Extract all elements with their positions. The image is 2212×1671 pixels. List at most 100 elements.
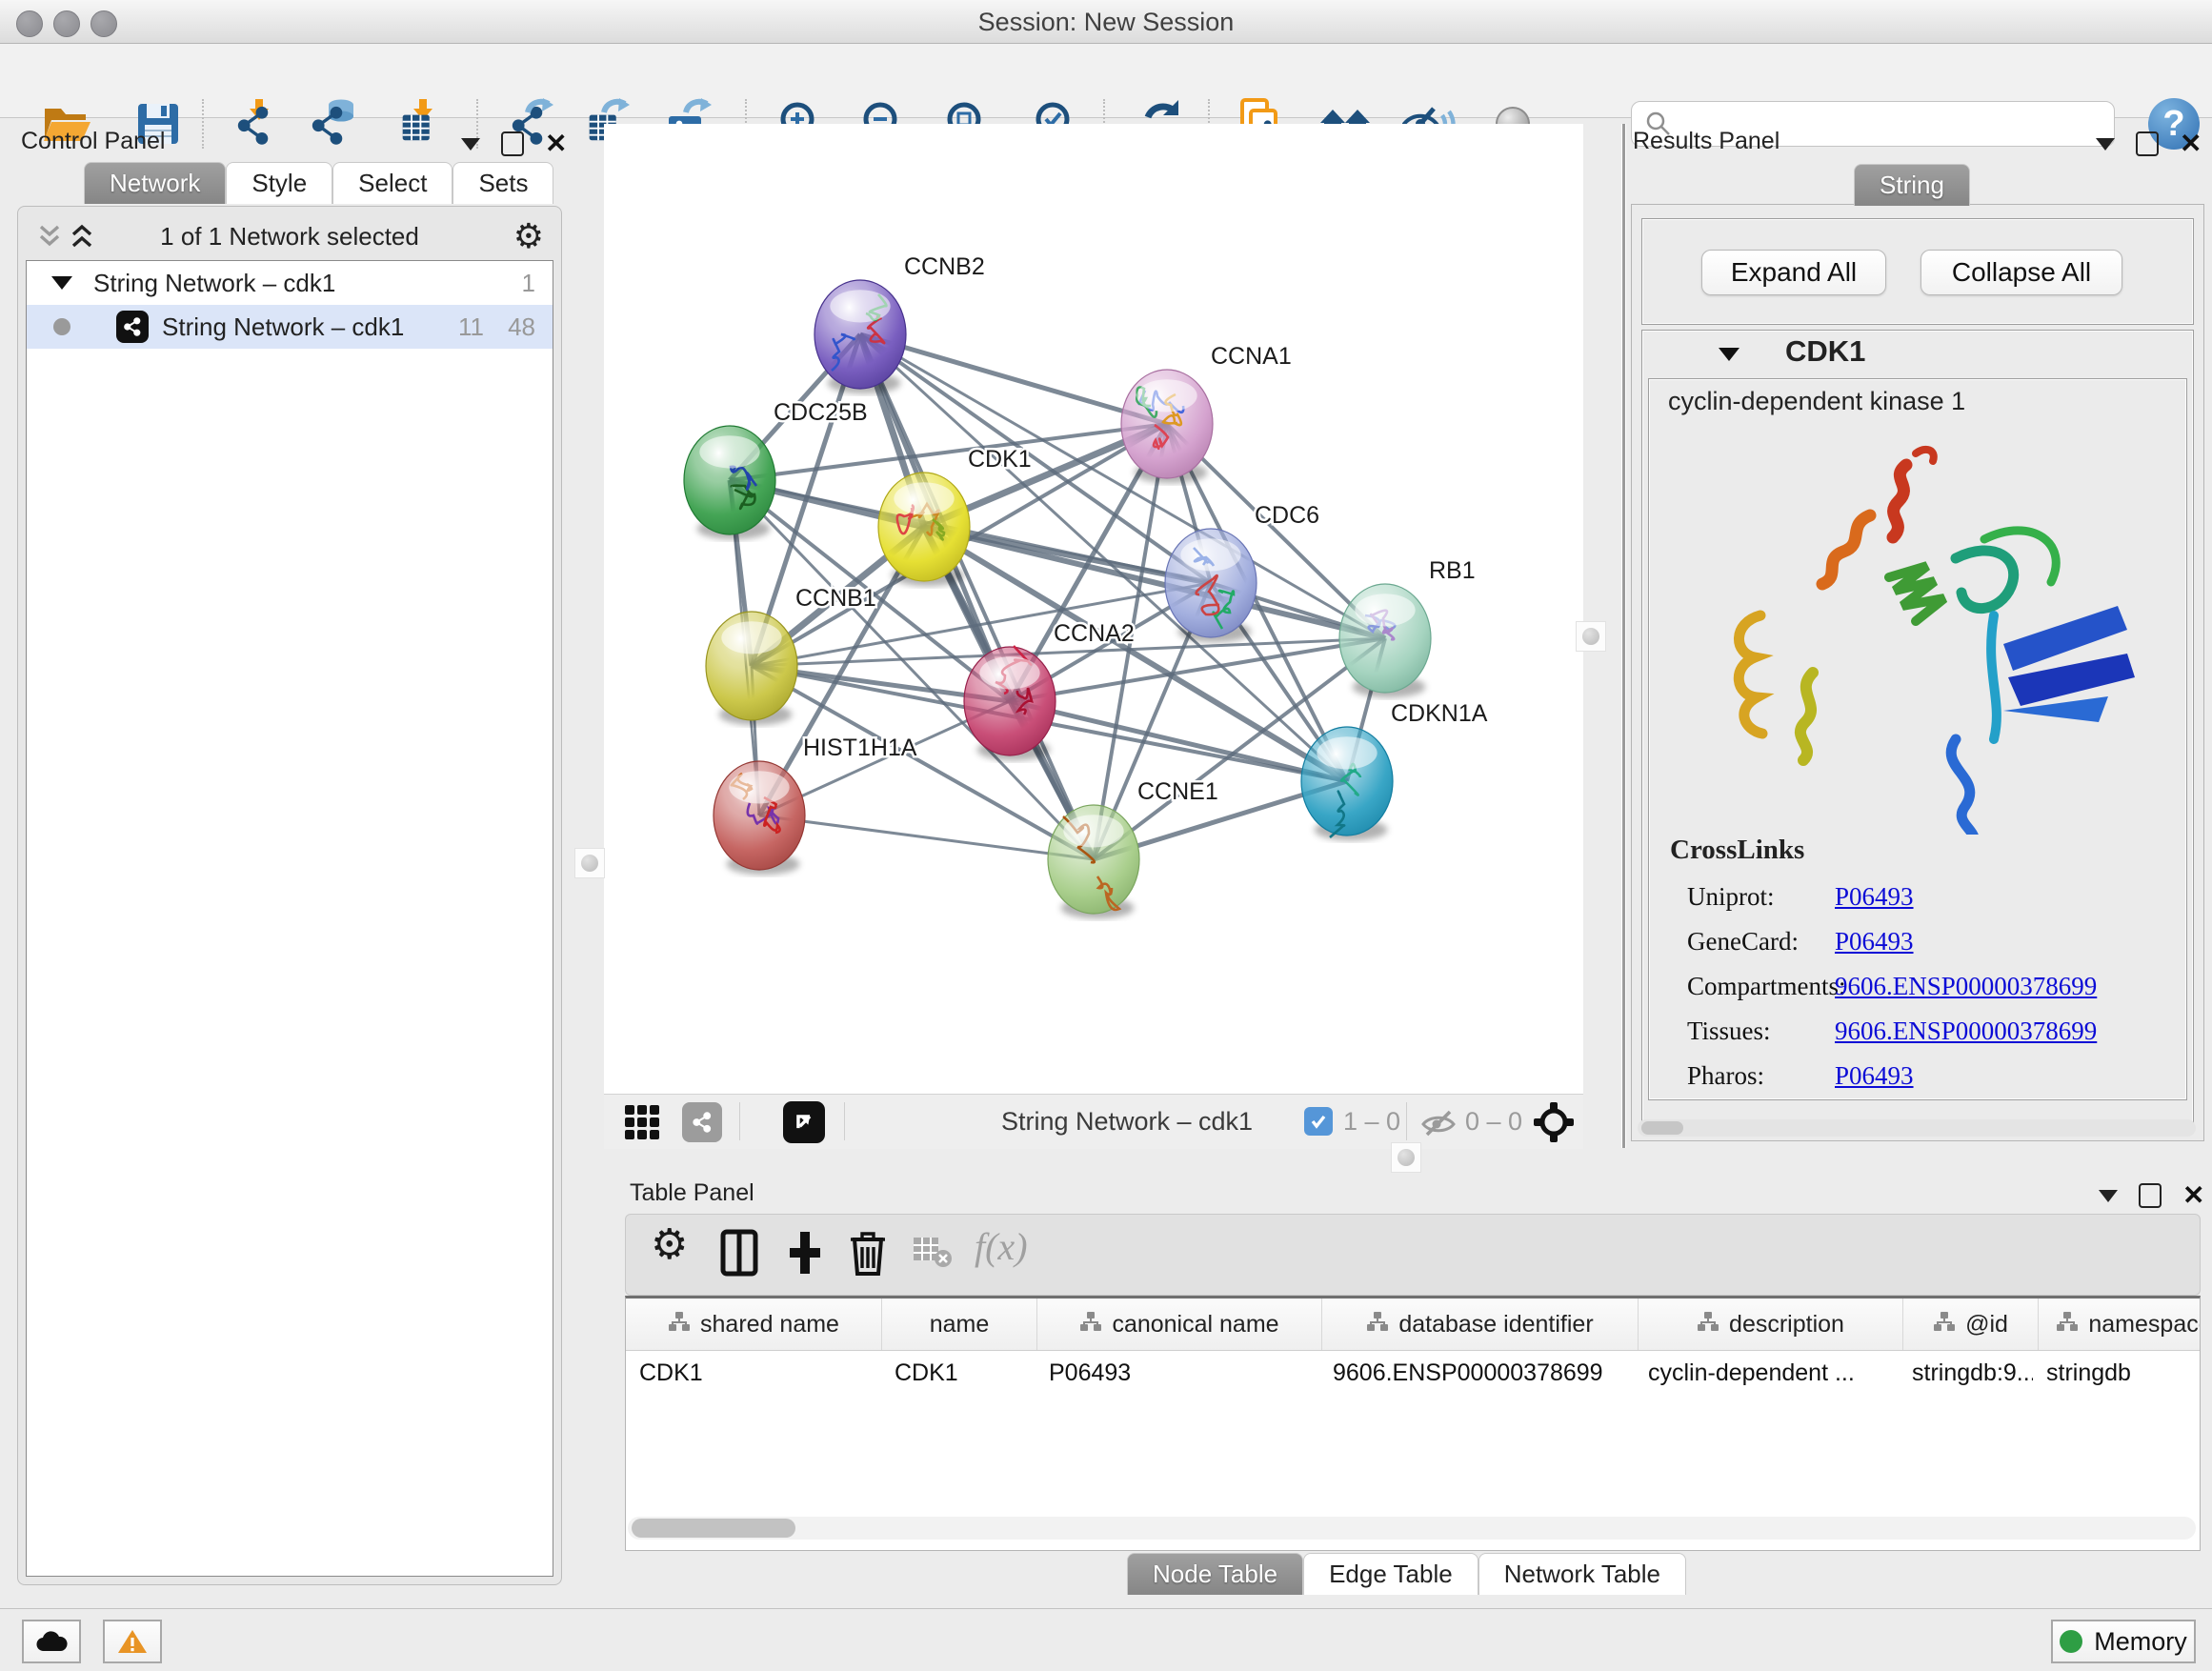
node-label-CDC6[interactable]: CDC6 [1255, 502, 1319, 529]
column-header-database-identifier[interactable]: database identifier [1322, 1299, 1639, 1350]
node-label-CDK1[interactable]: CDK1 [968, 446, 1032, 473]
node-CCNB2[interactable]: CCNB2 [814, 253, 985, 393]
float-panel-icon[interactable] [501, 131, 524, 156]
column-header-description[interactable]: description [1639, 1299, 1903, 1350]
close-panel-icon[interactable]: ✕ [2180, 133, 2202, 154]
network-label: String Network – cdk1 [162, 312, 404, 342]
float-panel-icon[interactable] [2139, 1183, 2162, 1208]
tab-node-table[interactable]: Node Table [1127, 1553, 1303, 1595]
divider [844, 1102, 845, 1140]
results-panel-title: Results Panel [1633, 128, 1780, 155]
close-panel-icon[interactable]: ✕ [545, 133, 567, 154]
network-panel-box: 1 of 1 Network selected ⚙ String Network… [17, 206, 562, 1585]
node-label-RB1[interactable]: RB1 [1429, 557, 1476, 584]
node-label-HIST1H1A[interactable]: HIST1H1A [803, 735, 917, 761]
column-header-shared-name[interactable]: shared name [626, 1299, 882, 1350]
column-label: canonical name [1112, 1311, 1278, 1339]
crosslink-row: Pharos: P06493 [1687, 1054, 2173, 1098]
crosslink-label: Pharos: [1687, 1061, 1835, 1091]
edge-HIST1H1A-CCNE1[interactable] [759, 815, 1094, 859]
tab-string[interactable]: String [1854, 164, 1970, 206]
cloud-button[interactable] [22, 1620, 81, 1663]
node-label-CCNE1[interactable]: CCNE1 [1137, 778, 1218, 805]
node-label-CDC25B[interactable]: CDC25B [774, 399, 868, 426]
table-settings-gear-icon[interactable]: ⚙ [651, 1220, 704, 1274]
tab-select[interactable]: Select [332, 162, 452, 204]
node-CCNE1[interactable]: CCNE1 [1048, 778, 1218, 918]
node-label-CCNA2[interactable]: CCNA2 [1054, 620, 1135, 647]
memory-button[interactable]: Memory [2051, 1620, 2196, 1663]
grid-view-icon[interactable] [625, 1105, 659, 1139]
node-label-CCNA1[interactable]: CCNA1 [1211, 343, 1292, 370]
collection-expand-icon[interactable] [51, 276, 72, 290]
network-view-icon[interactable] [682, 1102, 722, 1142]
collection-count: 1 [522, 269, 535, 298]
edge-CCNB2-CCNE1[interactable] [860, 334, 1094, 859]
selected-checkbox-icon[interactable] [1304, 1107, 1333, 1136]
tab-style[interactable]: Style [226, 162, 332, 204]
delete-column-trash-icon[interactable] [847, 1228, 900, 1281]
bottom-splitter-handle[interactable] [1391, 1142, 1421, 1173]
tab-edge-table[interactable]: Edge Table [1303, 1553, 1478, 1595]
left-splitter-handle[interactable] [574, 848, 605, 878]
node-CCNA2[interactable]: CCNA2 [964, 620, 1135, 760]
collection-label: String Network – cdk1 [93, 269, 335, 298]
memory-status-dot-icon [2060, 1630, 2082, 1653]
hidden-eye-icon[interactable] [1419, 1106, 1458, 1143]
function-builder-icon: f(x) [975, 1224, 1028, 1278]
network-row[interactable]: String Network – cdk1 11 48 [27, 305, 553, 349]
network-canvas[interactable]: CCNB2 CCNA1 CDC25B CDK1 CDC6 RB1 CCNB1 [604, 124, 1583, 1094]
gene-collapse-icon[interactable] [1719, 348, 1739, 361]
crosslink-value-link[interactable]: P06493 [1835, 1061, 1914, 1091]
table-cell: 9606.ENSP00000378699 [1319, 1351, 1635, 1395]
panel-menu-icon[interactable] [2099, 1190, 2118, 1202]
network-collection-row[interactable]: String Network – cdk1 1 [27, 261, 553, 305]
tab-network-table[interactable]: Network Table [1478, 1553, 1686, 1595]
column-header-name[interactable]: name [882, 1299, 1037, 1350]
edge-CCNB2-CCNA1[interactable] [860, 334, 1167, 424]
crosslink-value-link[interactable]: P06493 [1835, 882, 1914, 912]
node-label-CDKN1A[interactable]: CDKN1A [1391, 700, 1488, 727]
expand-all-button[interactable]: Expand All [1701, 250, 1886, 295]
column-header-@id[interactable]: @id [1903, 1299, 2039, 1350]
network-edge-count: 48 [508, 312, 535, 342]
crosslink-row: GeneCard: P06493 [1687, 919, 2173, 964]
table-row[interactable]: CDK1CDK1P064939606.ENSP00000378699cyclin… [626, 1351, 2200, 1395]
create-column-icon[interactable] [782, 1228, 835, 1281]
crosslink-value-link[interactable]: 9606.ENSP00000378699 [1835, 1017, 2097, 1046]
results-horizontal-scrollbar[interactable] [1638, 1119, 2196, 1137]
float-panel-icon[interactable] [2136, 131, 2159, 156]
table-horizontal-scrollbar[interactable] [628, 1517, 2196, 1540]
crosslink-label: Compartments: [1687, 972, 1835, 1001]
table-panel: Table Panel ✕ ⚙ f(x) [616, 1178, 2205, 1602]
node-label-CCNB1[interactable]: CCNB1 [795, 585, 876, 612]
main-toolbar: ? [0, 44, 2212, 118]
network-selected-status: 1 of 1 Network selected [18, 222, 561, 252]
collapse-all-button[interactable]: Collapse All [1920, 250, 2122, 295]
node-label-CCNB2[interactable]: CCNB2 [904, 253, 985, 280]
show-columns-icon[interactable] [717, 1228, 771, 1281]
table-cell: stringdb:9... [1899, 1351, 2033, 1395]
results-panel-divider[interactable] [1621, 124, 1626, 1148]
right-splitter-handle[interactable] [1576, 621, 1606, 652]
tab-sets[interactable]: Sets [452, 162, 553, 204]
node-CDKN1A[interactable]: CDKN1A [1301, 700, 1488, 840]
panel-menu-icon[interactable] [461, 138, 480, 151]
table-body: CDK1CDK1P064939606.ENSP00000378699cyclin… [626, 1351, 2200, 1395]
warnings-button[interactable] [103, 1620, 162, 1663]
column-header-namespace[interactable]: namespace [2039, 1299, 2201, 1350]
column-header-canonical-name[interactable]: canonical name [1037, 1299, 1322, 1350]
table-cell: CDK1 [881, 1351, 1036, 1395]
node-RB1[interactable]: RB1 [1339, 557, 1476, 697]
tab-network[interactable]: Network [84, 162, 226, 204]
panel-menu-icon[interactable] [2096, 138, 2115, 151]
birds-eye-view-icon[interactable] [783, 1101, 825, 1143]
node-HIST1H1A[interactable]: HIST1H1A [714, 735, 917, 875]
crosshair-icon[interactable] [1534, 1102, 1574, 1147]
crosslink-value-link[interactable]: 9606.ENSP00000378699 [1835, 972, 2097, 1001]
crosslink-value-link[interactable]: P06493 [1835, 927, 1914, 956]
close-panel-icon[interactable]: ✕ [2182, 1185, 2204, 1206]
gear-icon[interactable]: ⚙ [513, 216, 544, 256]
control-panel-tabs: NetworkStyleSelectSets [84, 162, 553, 204]
edge-CCNA2-CDKN1A[interactable] [1010, 701, 1347, 781]
